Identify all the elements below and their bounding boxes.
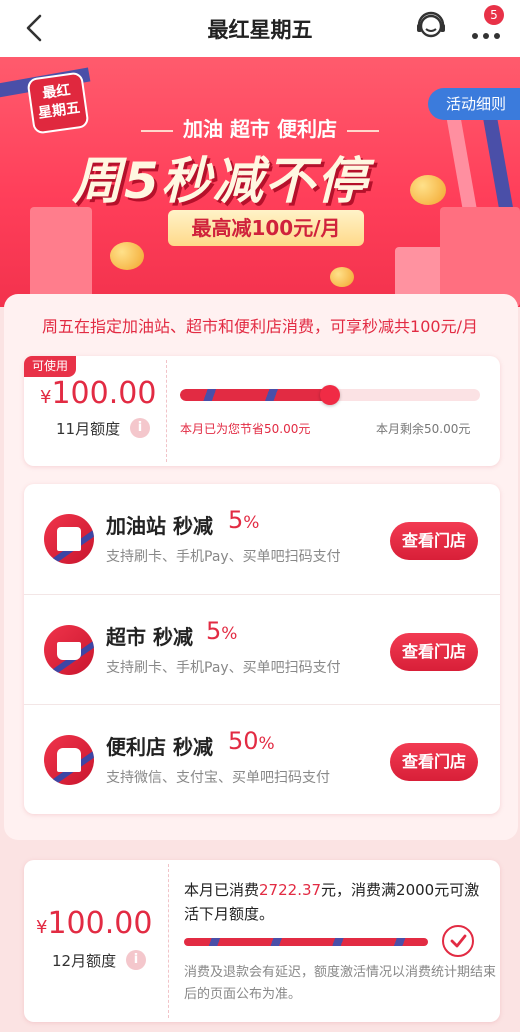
next-quota-month: 12月额度 bbox=[52, 952, 117, 970]
amount-value: 100.00 bbox=[51, 376, 157, 411]
spent-value: 2722.37 bbox=[259, 881, 322, 899]
banner-headline: 周5秒减不停 bbox=[72, 152, 369, 210]
progress-knob bbox=[320, 385, 340, 405]
percent-value: 5 bbox=[228, 506, 244, 534]
promo-banner: 最红 星期五 活动细则 加油 超市 便利店 周5秒减不停 最高减100元/月 bbox=[0, 57, 520, 307]
savings-progress-fill bbox=[180, 389, 330, 401]
subtitle-line-right bbox=[346, 129, 379, 132]
spending-progress-bar bbox=[184, 938, 428, 946]
card-divider bbox=[166, 360, 167, 462]
info-icon[interactable]: i bbox=[126, 950, 146, 970]
currency-symbol: ¥ bbox=[36, 917, 48, 938]
notification-badge: 5 bbox=[484, 5, 504, 25]
percent-value: 5 bbox=[206, 617, 222, 645]
store-name: 超市 秒减 bbox=[106, 625, 193, 649]
top-nav-bar: 最红星期五 5 bbox=[0, 0, 520, 57]
next-quota-amount: ¥100.00 bbox=[36, 906, 152, 941]
store-name: 便利店 秒减 bbox=[106, 735, 213, 759]
store-name: 加油站 秒减 bbox=[106, 514, 213, 538]
view-stores-button[interactable]: 查看门店 bbox=[390, 743, 478, 781]
current-quota-card bbox=[24, 356, 500, 466]
max-discount-pill: 最高减100元/月 bbox=[168, 210, 364, 246]
subtitle-line-left bbox=[141, 129, 174, 132]
percent-sign: % bbox=[221, 624, 238, 644]
gas-pump-decoration bbox=[30, 207, 92, 307]
discount-percent: 5% bbox=[228, 506, 259, 534]
store-decoration bbox=[440, 207, 520, 307]
discount-percent: 5% bbox=[206, 617, 237, 645]
percent-sign: % bbox=[243, 513, 260, 533]
coin-decoration bbox=[110, 242, 144, 270]
coin-decoration bbox=[410, 175, 446, 205]
card-divider bbox=[168, 864, 169, 1018]
amount-value: 100.00 bbox=[47, 906, 153, 941]
current-quota-month: 11月额度 bbox=[56, 420, 121, 438]
customer-service-icon[interactable] bbox=[414, 10, 448, 44]
info-icon[interactable]: i bbox=[130, 418, 150, 438]
convenience-store-icon bbox=[44, 735, 94, 785]
payment-methods: 支持微信、支付宝、买单吧扫码支付 bbox=[106, 770, 330, 786]
store-row-supermarket: 超市 秒减 5% 支持刷卡、手机Pay、买单吧扫码支付 查看门店 bbox=[24, 594, 500, 704]
percent-sign: % bbox=[258, 734, 275, 754]
store-row-gas: 加油站 秒减 5% 支持刷卡、手机Pay、买单吧扫码支付 查看门店 bbox=[24, 484, 500, 594]
payment-methods: 支持刷卡、手机Pay、买单吧扫码支付 bbox=[106, 660, 341, 676]
spending-status-text: 本月已消费2722.37元，消费满2000元可激活下月额度。 bbox=[184, 878, 494, 926]
saved-amount-text: 本月已为您节省50.00元 bbox=[180, 422, 311, 436]
remaining-amount-text: 本月剩余50.00元 bbox=[376, 422, 471, 436]
view-stores-button[interactable]: 查看门店 bbox=[390, 633, 478, 671]
store-row-convenience: 便利店 秒减 50% 支持微信、支付宝、买单吧扫码支付 查看门店 bbox=[24, 704, 500, 814]
view-stores-button[interactable]: 查看门店 bbox=[390, 522, 478, 560]
subtitle-text: 加油 超市 便利店 bbox=[183, 117, 337, 141]
payment-methods: 支持刷卡、手机Pay、买单吧扫码支付 bbox=[106, 549, 341, 565]
current-quota-amount: ¥100.00 bbox=[40, 376, 156, 411]
usable-tag: 可使用 bbox=[24, 356, 76, 377]
disclaimer-note: 消费及退款会有延迟，额度激活情况以消费统计期结束后的页面公布为准。 bbox=[184, 965, 497, 1002]
banner-subtitle: 加油 超市 便利店 bbox=[0, 113, 520, 142]
percent-value: 50 bbox=[228, 727, 259, 755]
promo-notice: 周五在指定加油站、超市和便利店消费，可享秒减共100元/月 bbox=[42, 317, 478, 336]
spent-prefix: 本月已消费 bbox=[184, 881, 260, 899]
discount-percent: 50% bbox=[228, 727, 275, 755]
currency-symbol: ¥ bbox=[40, 387, 52, 408]
store-list: 加油站 秒减 5% 支持刷卡、手机Pay、买单吧扫码支付 查看门店 超市 秒减 … bbox=[24, 484, 500, 814]
gas-station-icon bbox=[44, 514, 94, 564]
check-icon bbox=[442, 925, 474, 957]
coin-decoration bbox=[330, 267, 354, 287]
shopping-basket-icon bbox=[44, 625, 94, 675]
